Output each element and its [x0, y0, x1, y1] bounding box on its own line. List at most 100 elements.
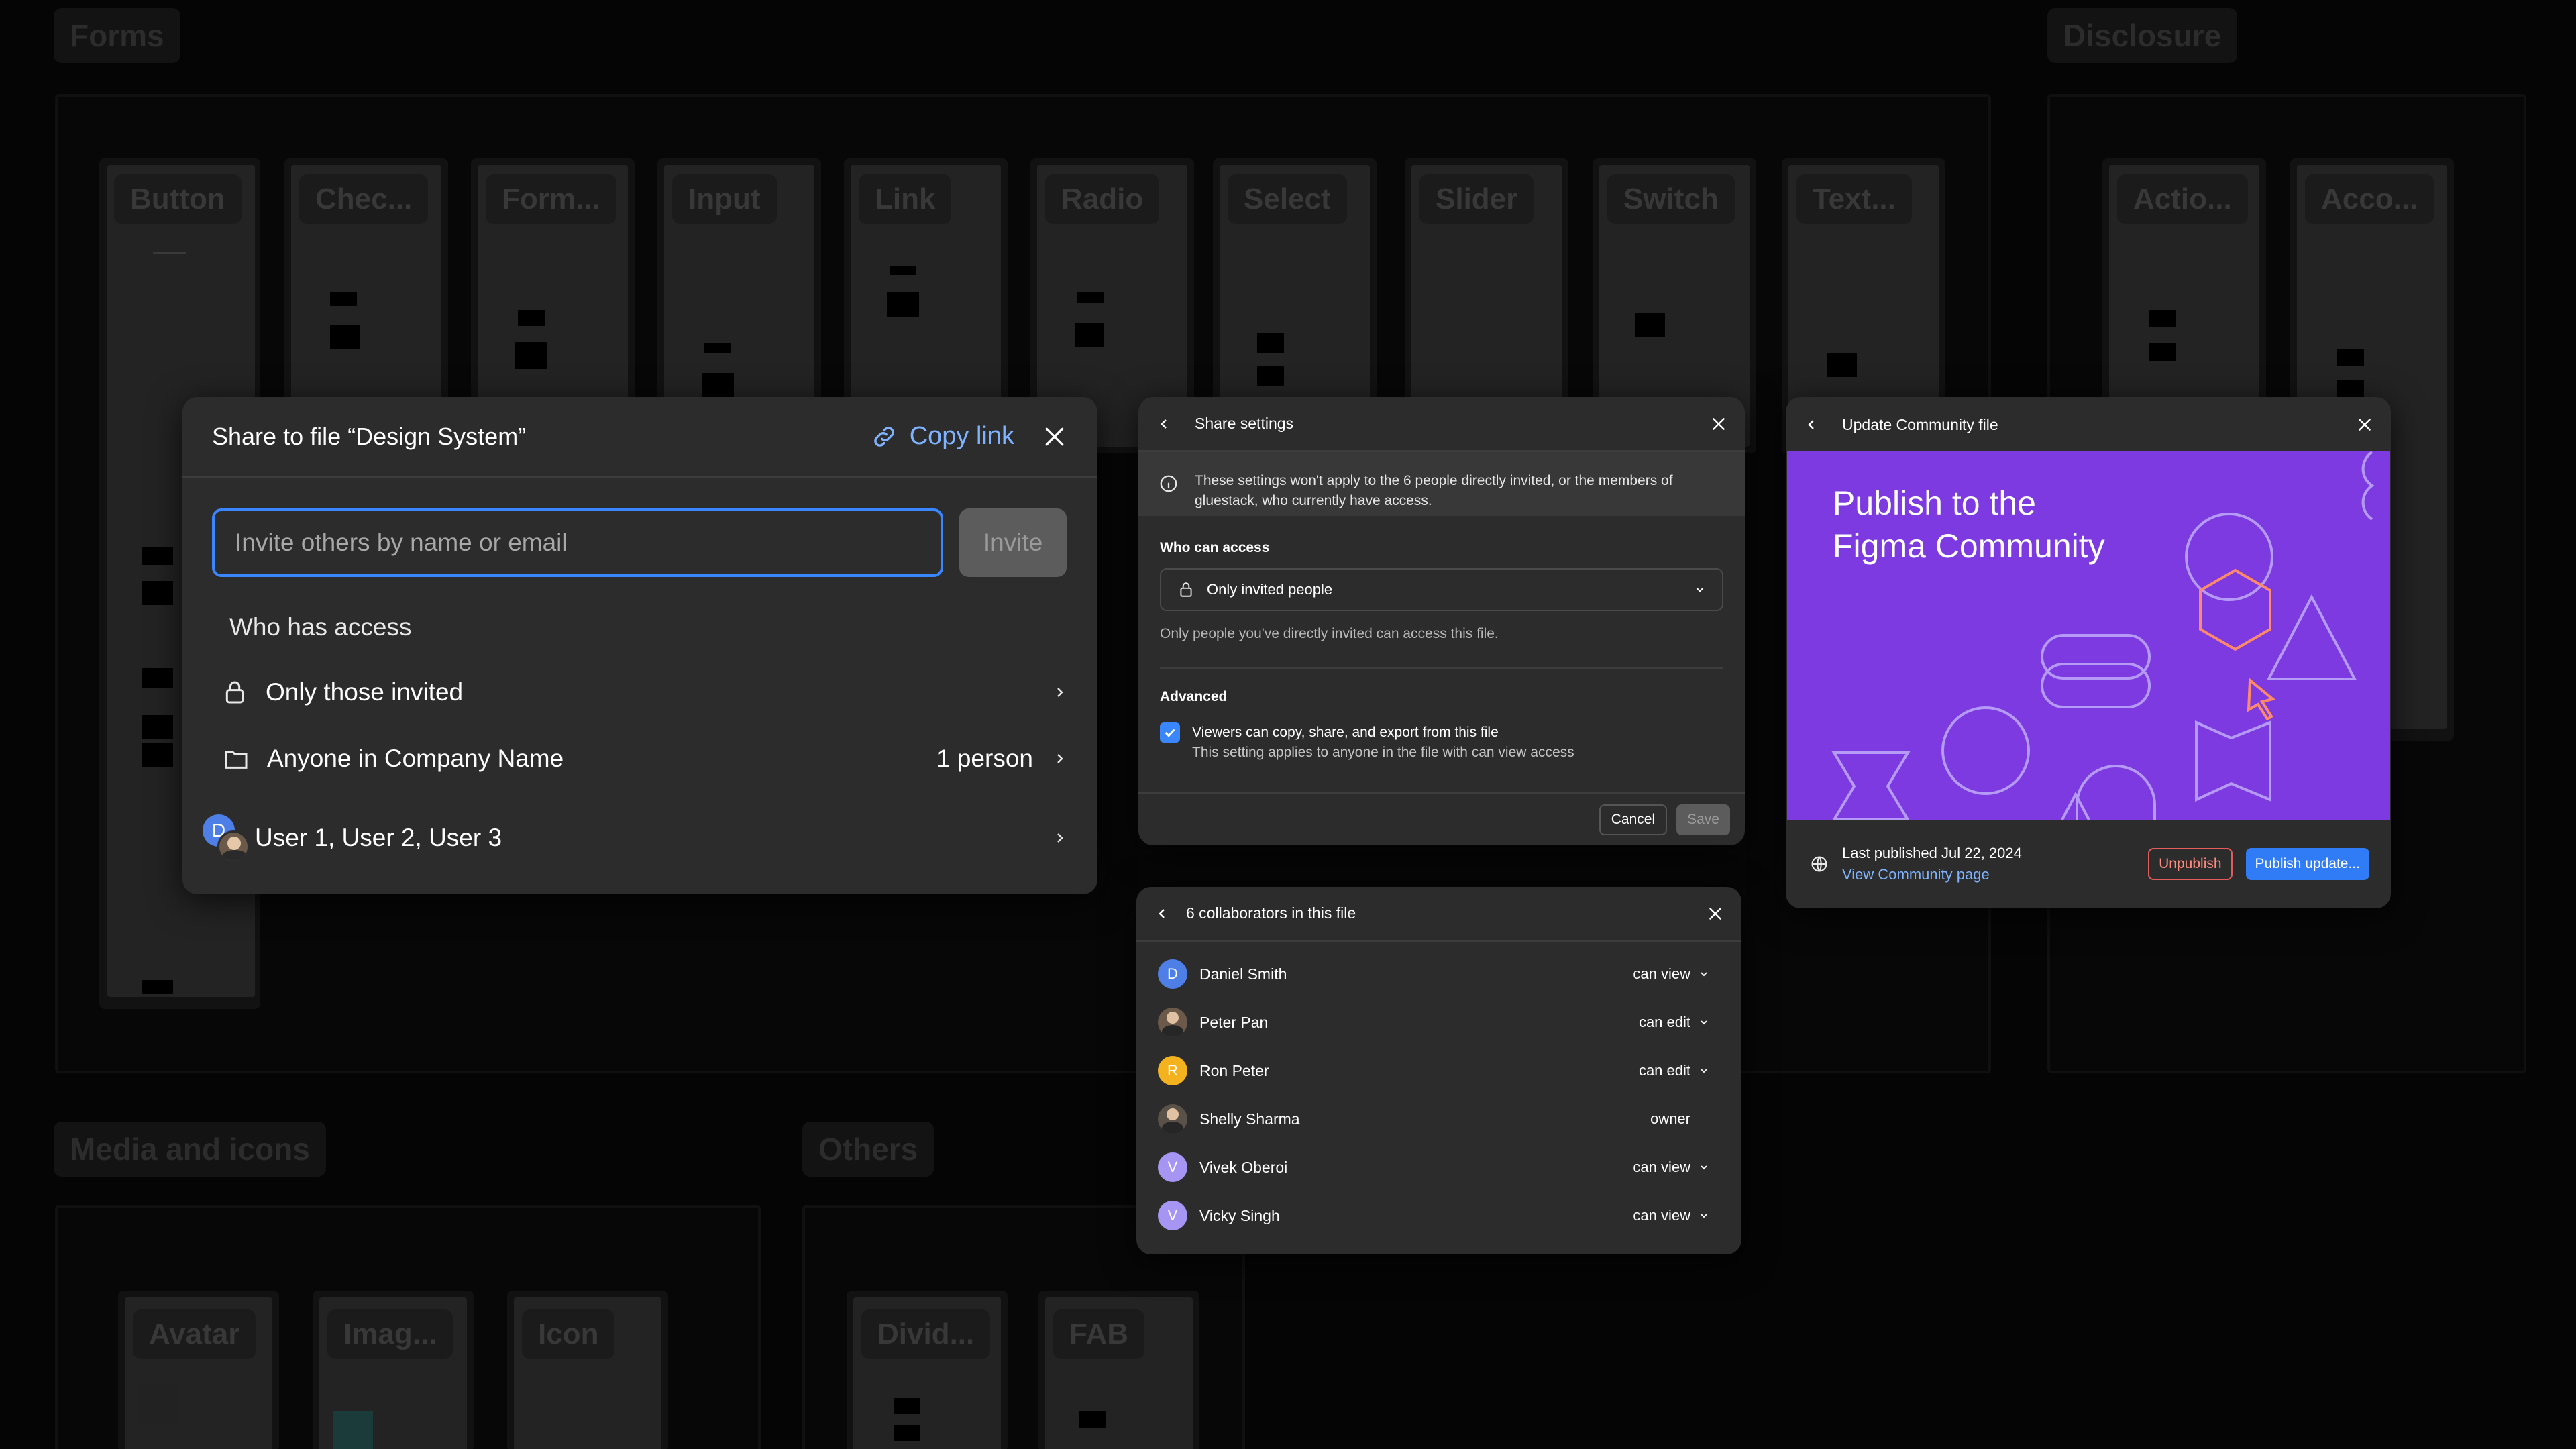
copy-link-label: Copy link: [909, 422, 1014, 450]
collaborator-name: Daniel Smith: [1199, 965, 1287, 983]
section-label-media[interactable]: Media and icons: [54, 1122, 326, 1177]
collaborator-row: V Vicky Singh can view: [1136, 1191, 1741, 1240]
chevron-right-icon: [1057, 754, 1063, 763]
frame-tag-radio: Radio: [1045, 174, 1160, 224]
role-label: can edit: [1638, 1014, 1690, 1030]
chevron-right-icon: [1057, 833, 1063, 843]
role-label: can view: [1633, 1159, 1690, 1175]
cancel-button[interactable]: Cancel: [1599, 804, 1668, 835]
view-community-link[interactable]: View Community page: [1842, 864, 2135, 885]
frame-tag-accordion: Acco...: [2305, 174, 2434, 224]
who-has-access-heading: Who has access: [229, 613, 412, 641]
banner-shapes-illustration: [1831, 451, 2375, 820]
collaborator-row: R Ron Peter can edit: [1136, 1046, 1741, 1095]
community-dialog: Update Community file Publish to the Fig…: [1786, 397, 2391, 908]
collaborator-row: Shelly Sharma owner: [1136, 1095, 1741, 1143]
globe-icon: [1811, 856, 1827, 872]
collaborator-row: D Daniel Smith can view: [1136, 950, 1741, 998]
section-label-forms[interactable]: Forms: [54, 8, 180, 63]
access-select[interactable]: Only invited people: [1160, 568, 1723, 611]
access-select-value: Only invited people: [1207, 581, 1333, 598]
share-settings-dialog: Share settings These settings won't appl…: [1138, 397, 1745, 845]
collaborator-name: Vicky Singh: [1199, 1206, 1280, 1224]
checkbox-label: Viewers can copy, share, and export from…: [1192, 724, 1499, 740]
access-row-company[interactable]: Anyone in Company Name 1 person: [182, 729, 1097, 789]
frame-icon[interactable]: Icon: [507, 1291, 668, 1449]
close-icon[interactable]: [1707, 905, 1724, 922]
info-icon: [1160, 475, 1177, 492]
frame-tag-image: Imag...: [327, 1309, 453, 1359]
chevron-down-icon: [1701, 1069, 1707, 1073]
close-icon: [1045, 427, 1064, 445]
collaborator-name: Vivek Oberoi: [1199, 1158, 1288, 1176]
back-icon[interactable]: [1154, 906, 1170, 922]
frame-tag-form: Form...: [486, 174, 616, 224]
info-text: These settings won't apply to the 6 peop…: [1195, 473, 1673, 508]
role-dropdown[interactable]: can edit: [1639, 1014, 1709, 1031]
frame-tag-actionsheet: Actio...: [2117, 174, 2248, 224]
frame-tag-slider: Slider: [1419, 174, 1534, 224]
section-label-disclosure[interactable]: Disclosure: [2047, 8, 2238, 63]
info-banner: These settings won't apply to the 6 peop…: [1138, 452, 1745, 516]
role-label: owner: [1650, 1110, 1690, 1127]
close-icon[interactable]: [1710, 415, 1727, 433]
access-row-label: User 1, User 2, User 3: [255, 824, 502, 851]
frame-image[interactable]: Imag...: [313, 1291, 474, 1449]
section-label-others[interactable]: Others: [802, 1122, 934, 1177]
role-dropdown: owner: [1650, 1110, 1690, 1128]
checkbox-sublabel: This setting applies to anyone in the fi…: [1192, 745, 1574, 760]
chevron-down-icon: [1701, 972, 1707, 977]
role-label: can view: [1633, 965, 1690, 982]
share-dialog-header: Share to file “Design System” Copy link: [182, 397, 1097, 478]
check-icon: [1165, 729, 1175, 737]
frame-fab[interactable]: FAB: [1038, 1291, 1199, 1449]
share-dialog-title: Share to file “Design System”: [212, 422, 527, 450]
role-dropdown[interactable]: can view: [1633, 965, 1709, 983]
folder-icon: [225, 751, 248, 769]
share-dialog: Share to file “Design System” Copy link …: [182, 397, 1097, 894]
chevron-right-icon: [1057, 688, 1063, 697]
community-banner: Publish to the Figma Community: [1787, 451, 2390, 820]
frame-tag-switch: Switch: [1607, 174, 1735, 224]
collaborator-row: V Vivek Oberoi can view: [1136, 1143, 1741, 1191]
avatar: V: [1158, 1152, 1187, 1182]
access-row-users[interactable]: D User 1, User 2, User 3: [182, 808, 1097, 868]
collaborator-name: Shelly Sharma: [1199, 1110, 1300, 1128]
frame-tag-divider: Divid...: [861, 1309, 991, 1359]
collaborator-name: Peter Pan: [1199, 1013, 1269, 1031]
invite-button[interactable]: Invite: [959, 508, 1067, 577]
frame-tag-icon: Icon: [522, 1309, 615, 1359]
access-hint: Only people you've directly invited can …: [1160, 626, 1723, 669]
frame-divider[interactable]: Divid...: [847, 1291, 1008, 1449]
frame-tag-avatar: Avatar: [133, 1309, 256, 1359]
community-title: Update Community file: [1842, 415, 1998, 433]
frame-avatar[interactable]: Avatar: [118, 1291, 279, 1449]
avatar: V: [1158, 1201, 1187, 1230]
link-icon: [873, 426, 894, 447]
publish-update-button[interactable]: Publish update...: [2245, 848, 2369, 880]
last-published-text: Last published Jul 22, 2024: [1842, 845, 2022, 861]
back-icon[interactable]: [1156, 416, 1172, 432]
viewers-copy-checkbox[interactable]: [1160, 722, 1180, 743]
copy-link-button[interactable]: Copy link: [871, 422, 1014, 451]
access-row-only-invited[interactable]: Only those invited: [182, 662, 1097, 722]
role-dropdown[interactable]: can edit: [1639, 1062, 1709, 1079]
frame-tag-select: Select: [1228, 174, 1347, 224]
avatar: D: [1158, 959, 1187, 989]
unpublish-button[interactable]: Unpublish: [2148, 848, 2233, 880]
back-icon[interactable]: [1803, 417, 1819, 433]
collaborators-list: D Daniel Smith can view Peter Pan can edit R R…: [1136, 942, 1741, 1240]
collaborator-row: Peter Pan can edit: [1136, 998, 1741, 1046]
chevron-down-icon: [1701, 1020, 1707, 1025]
role-dropdown[interactable]: can view: [1633, 1159, 1709, 1176]
invite-input[interactable]: [212, 508, 944, 577]
avatar: [1158, 1104, 1187, 1134]
close-button[interactable]: [1041, 423, 1068, 450]
close-icon[interactable]: [2356, 416, 2373, 433]
frame-tag-fab: FAB: [1053, 1309, 1144, 1359]
lock-icon: [1180, 582, 1192, 597]
save-button[interactable]: Save: [1676, 804, 1730, 835]
advanced-heading: Advanced: [1160, 689, 1228, 704]
role-dropdown[interactable]: can view: [1633, 1207, 1709, 1224]
role-label: can edit: [1638, 1062, 1690, 1079]
